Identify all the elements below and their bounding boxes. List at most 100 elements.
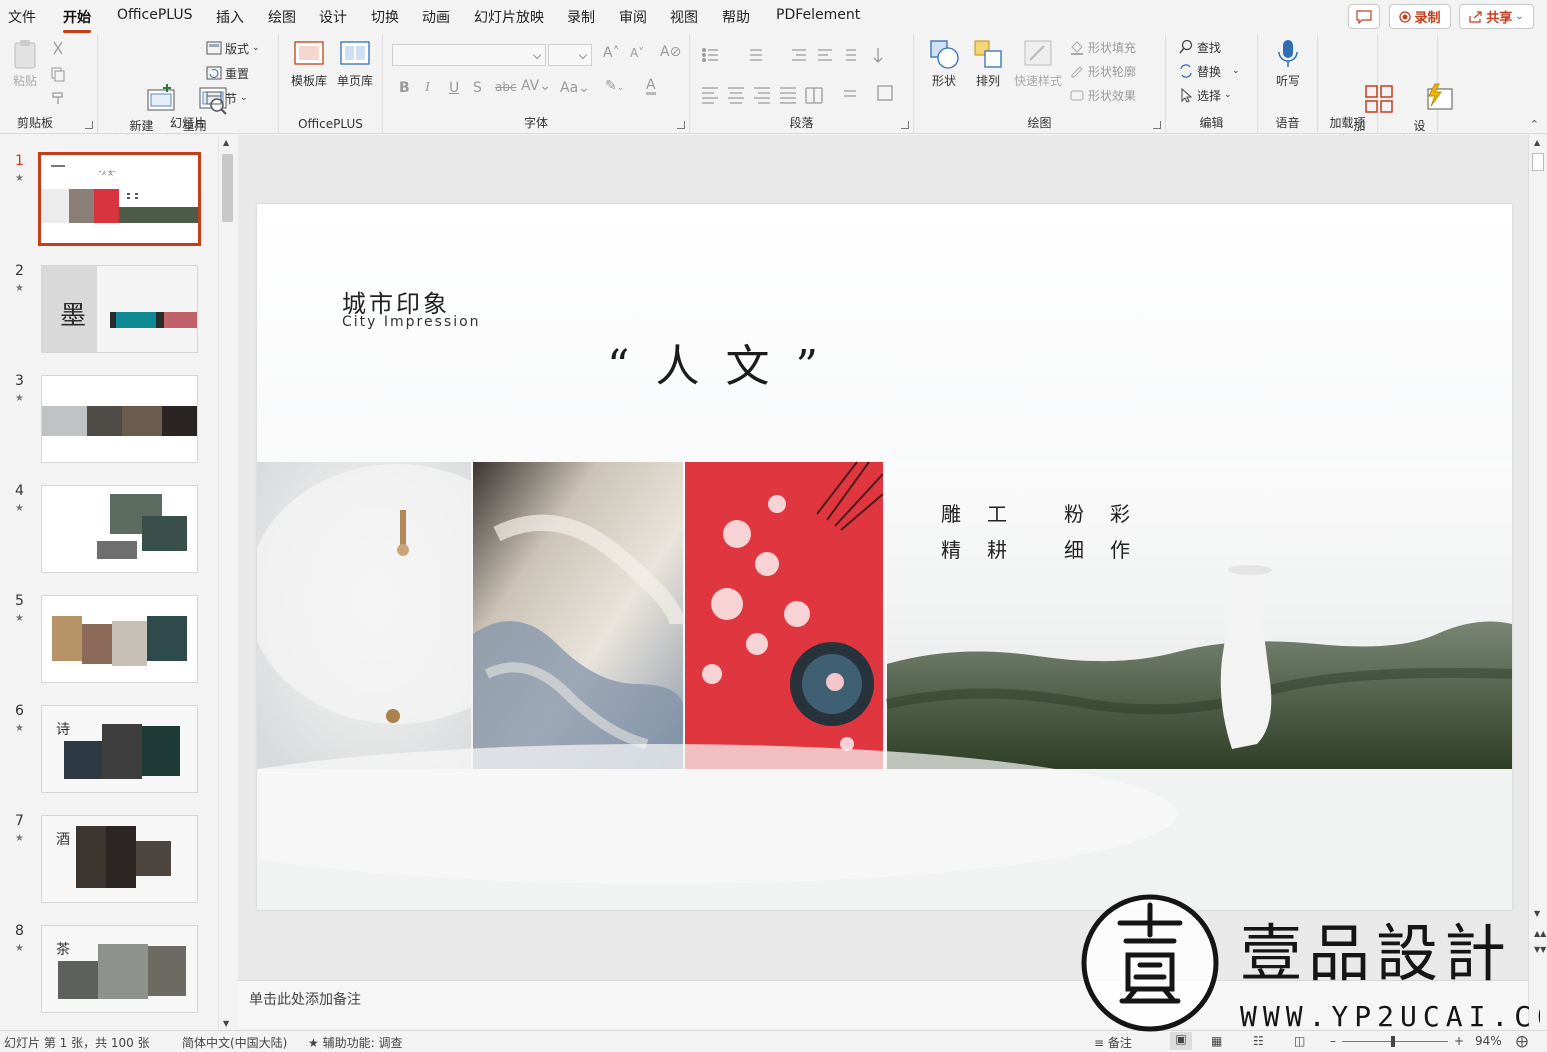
arrange-button[interactable]: 排列 bbox=[966, 38, 1010, 89]
tab-design[interactable]: 设计 bbox=[319, 7, 347, 27]
find-button[interactable]: 查找 bbox=[1178, 37, 1221, 57]
shape-outline-label: 形状轮廓 bbox=[1088, 64, 1137, 79]
language-status[interactable]: 简体中文(中国大陆) bbox=[182, 1034, 287, 1051]
shrink-font-icon[interactable]: A˅ bbox=[630, 46, 644, 60]
thumbnail-slide-7[interactable]: 7 ★ 酒 bbox=[0, 813, 220, 913]
thumbnail-slide-6[interactable]: 6 ★ 诗 bbox=[0, 703, 220, 803]
dictate-button[interactable]: 听写 bbox=[1268, 38, 1308, 89]
format-painter-icon[interactable] bbox=[50, 88, 66, 108]
transition-star-icon: ★ bbox=[15, 723, 24, 734]
comments-button[interactable] bbox=[1348, 4, 1380, 29]
chevron-down-icon[interactable]: ⌄ bbox=[1515, 11, 1523, 22]
change-case-button[interactable]: Aa⌄ bbox=[560, 80, 590, 96]
tab-file[interactable]: 文件 bbox=[8, 7, 36, 27]
paragraph-controls[interactable] bbox=[700, 46, 900, 116]
slide-headline[interactable]: “ 人 文 ” bbox=[607, 330, 824, 394]
tab-draw[interactable]: 绘图 bbox=[268, 7, 296, 27]
slide-title-en[interactable]: City Impression bbox=[342, 314, 481, 330]
font-color-icon[interactable]: A bbox=[646, 78, 656, 95]
thumbnail-scrollbar-thumb[interactable] bbox=[222, 154, 233, 222]
highlight-icon[interactable]: ✎⌄ bbox=[605, 78, 624, 94]
underline-button[interactable]: U bbox=[449, 80, 459, 96]
section-button[interactable]: 节 ⌄ bbox=[206, 88, 248, 108]
thumbnail-image: 墨 bbox=[41, 265, 198, 353]
slide-sorter-icon[interactable]: ▦ bbox=[1211, 1034, 1222, 1048]
strikethrough-button[interactable]: S bbox=[473, 80, 482, 96]
reuse-slide-icon bbox=[166, 68, 227, 115]
zoom-slider-handle[interactable] bbox=[1391, 1036, 1395, 1047]
zoom-out-icon[interactable]: – bbox=[1330, 1034, 1336, 1048]
zoom-slider[interactable] bbox=[1342, 1036, 1448, 1047]
zoom-in-icon[interactable]: + bbox=[1454, 1034, 1464, 1048]
tab-transitions[interactable]: 切换 bbox=[371, 7, 399, 27]
notes-toggle-button[interactable]: ≡ 备注 bbox=[1094, 1034, 1132, 1051]
slide-scrollbar-thumb[interactable] bbox=[1532, 153, 1544, 171]
tab-insert[interactable]: 插入 bbox=[216, 7, 244, 27]
quick-styles-label: 快速样式 bbox=[1013, 74, 1062, 88]
shape-effects-button[interactable]: 形状效果 bbox=[1069, 85, 1136, 105]
tab-home[interactable]: 开始 bbox=[63, 7, 91, 33]
cut-icon[interactable] bbox=[50, 38, 66, 58]
shape-fill-button[interactable]: 形状填充 bbox=[1069, 37, 1136, 57]
drawing-dialog-launcher[interactable] bbox=[1153, 121, 1161, 129]
reset-button[interactable]: 重置 bbox=[206, 63, 249, 83]
thumbnail-scrollbar[interactable]: ▲ ▼ bbox=[218, 136, 235, 1030]
tab-pdfelement[interactable]: PDFelement bbox=[776, 7, 860, 23]
collapse-ribbon-icon[interactable]: ⌃ bbox=[1530, 118, 1539, 131]
font-size-combo[interactable] bbox=[548, 44, 592, 66]
tab-help[interactable]: 帮助 bbox=[722, 7, 750, 27]
shapes-button[interactable]: 形状 bbox=[922, 38, 966, 89]
accessibility-status[interactable]: ★ 辅助功能: 调查 bbox=[308, 1034, 402, 1051]
zoom-level[interactable]: 94% bbox=[1475, 1034, 1502, 1048]
slideshow-icon[interactable]: ◫ bbox=[1294, 1034, 1305, 1048]
thumbnail-slide-4[interactable]: 4 ★ bbox=[0, 483, 220, 583]
svg-text:墨: 墨 bbox=[60, 301, 86, 331]
italic-button[interactable]: I bbox=[425, 80, 430, 96]
single-page-library-button[interactable]: 单页库 bbox=[333, 38, 377, 89]
tab-slideshow[interactable]: 幻灯片放映 bbox=[474, 7, 544, 27]
thumbnail-slide-3[interactable]: 3 ★ bbox=[0, 373, 220, 473]
group-slides: 新建 幻灯片 重用 幻灯片 版式⌄ 重置 节⌄ 幻灯片 bbox=[98, 34, 279, 148]
scroll-down-icon[interactable]: ▼ bbox=[223, 1019, 229, 1028]
scroll-up-icon[interactable]: ▲ bbox=[1534, 138, 1540, 147]
copy-icon[interactable] bbox=[50, 64, 66, 84]
thumbnail-slide-1[interactable]: 1 ★ “人 文” bbox=[0, 152, 220, 253]
font-dialog-launcher[interactable] bbox=[677, 121, 685, 129]
normal-view-icon[interactable]: ▣ bbox=[1170, 1032, 1192, 1050]
bold-button[interactable]: B bbox=[399, 80, 410, 96]
select-button[interactable]: 选择 ⌄ bbox=[1178, 85, 1232, 105]
char-spacing-icon[interactable]: AV⌄ bbox=[521, 78, 551, 94]
font-name-combo[interactable] bbox=[392, 44, 546, 66]
slide-canvas[interactable]: 城市印象 City Impression “ 人 文 ” 雕 工 粉 彩 精 耕… bbox=[257, 204, 1512, 910]
tab-review[interactable]: 审阅 bbox=[619, 7, 647, 27]
quick-styles-button[interactable]: 快速样式 bbox=[1010, 38, 1066, 89]
tab-officeplus[interactable]: OfficePLUS bbox=[117, 7, 193, 23]
scroll-up-icon[interactable]: ▲ bbox=[223, 138, 229, 147]
thumbnail-slide-8[interactable]: 8 ★ 茶 bbox=[0, 923, 220, 1023]
find-label: 查找 bbox=[1197, 40, 1222, 55]
share-button[interactable]: 共享 ⌄ bbox=[1459, 4, 1534, 29]
shadow-text-icon[interactable]: abc bbox=[495, 80, 517, 94]
template-library-icon bbox=[293, 38, 325, 70]
paste-button[interactable]: 粘贴 bbox=[8, 38, 42, 89]
clear-format-icon[interactable]: A⊘ bbox=[660, 44, 681, 60]
share-label: 共享 bbox=[1486, 11, 1513, 26]
thumbnail-slide-2[interactable]: 2 ★ 墨 bbox=[0, 263, 220, 363]
tab-view[interactable]: 视图 bbox=[670, 7, 698, 27]
tab-record[interactable]: 录制 bbox=[567, 7, 595, 27]
thumbnail-number: 3 bbox=[15, 373, 24, 389]
thumbnail-slide-5[interactable]: 5 ★ bbox=[0, 593, 220, 693]
notes-placeholder[interactable]: 单击此处添加备注 bbox=[249, 989, 361, 1009]
replace-button[interactable]: 替换 ⌄ bbox=[1178, 61, 1240, 81]
fit-to-window-icon[interactable]: ⨁ bbox=[1516, 1034, 1528, 1048]
tab-animations[interactable]: 动画 bbox=[422, 7, 450, 27]
layout-button[interactable]: 版式 ⌄ bbox=[206, 38, 260, 58]
clipboard-dialog-launcher[interactable] bbox=[85, 121, 93, 129]
template-library-button[interactable]: 模板库 bbox=[287, 38, 331, 89]
record-button[interactable]: 录制 bbox=[1389, 4, 1451, 29]
arrange-icon bbox=[972, 38, 1004, 70]
paragraph-dialog-launcher[interactable] bbox=[901, 121, 909, 129]
reading-view-icon[interactable]: ☷ bbox=[1253, 1034, 1264, 1048]
shape-outline-button[interactable]: 形状轮廓 bbox=[1069, 61, 1136, 81]
grow-font-icon[interactable]: A˄ bbox=[603, 45, 620, 61]
